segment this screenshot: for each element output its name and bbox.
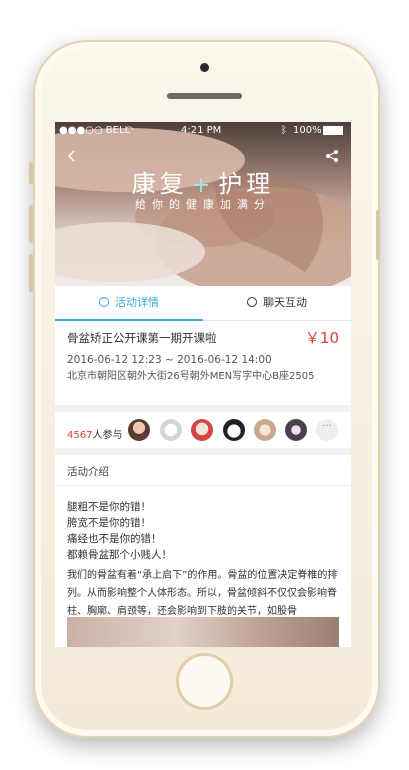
intro-line: 痛经也不是你的错！ xyxy=(67,533,162,545)
list-icon xyxy=(99,297,109,307)
hero-title-plus: + xyxy=(191,173,215,198)
avatar[interactable] xyxy=(191,419,213,441)
participant-number: 4567 xyxy=(67,430,93,441)
tab-chat-label: 聊天互动 xyxy=(263,296,307,309)
participants-card[interactable]: 4567人参与 ··· xyxy=(55,412,351,448)
app-screen: ●●●○○ BELL ◠ 4:21 PM ᛒ 100% 康复 + 护理 给你的健康加… xyxy=(55,122,351,647)
section-heading: 活动介绍 xyxy=(67,466,109,478)
mute-switch xyxy=(29,162,33,184)
event-price: ￥10 xyxy=(304,329,339,347)
intro-line: 腿粗不是你的错！ xyxy=(67,501,151,513)
hero-banner: ●●●○○ BELL ◠ 4:21 PM ᛒ 100% 康复 + 护理 给你的健康加… xyxy=(55,122,351,286)
avatar[interactable] xyxy=(223,419,245,441)
volume-up-button xyxy=(29,205,33,243)
hero-subtitle: 给你的健康加满分 xyxy=(135,198,271,211)
intro-line: 胯宽不是你的错！ xyxy=(67,517,151,529)
intro-photo xyxy=(67,617,339,647)
back-icon[interactable] xyxy=(65,148,79,162)
power-button xyxy=(376,210,380,260)
home-button[interactable] xyxy=(176,653,233,710)
tab-activity-details[interactable]: 活动详情 xyxy=(55,286,203,321)
tab-bar: 活动详情 聊天互动 xyxy=(55,286,351,321)
clock: 4:21 PM xyxy=(181,125,222,136)
hero-title-right: 护理 xyxy=(218,170,275,198)
intro-paragraph: 我们的骨盆有着“承上启下”的作用。骨盆的位置决定脊椎的排列。从而影响整个人体形态… xyxy=(67,570,338,617)
volume-down-button xyxy=(29,254,33,292)
wifi-icon: ◠ xyxy=(125,125,134,136)
participant-suffix: 人参与 xyxy=(92,430,123,441)
status-bar: ●●●○○ BELL ◠ 4:21 PM ᛒ 100% xyxy=(55,122,351,140)
bluetooth-icon: ᛒ xyxy=(281,125,287,136)
event-datetime: 2016-06-12 12:23 ~ 2016-06-12 14:00 xyxy=(67,354,272,366)
battery-icon xyxy=(323,126,343,135)
event-title: 骨盆矫正公开课第一期开课啦 xyxy=(67,331,217,345)
hero-title-left: 康复 xyxy=(131,170,188,198)
event-info-card: 骨盆矫正公开课第一期开课啦 ￥10 2016-06-12 12:23 ~ 201… xyxy=(55,321,351,405)
activity-intro-card: 活动介绍 腿粗不是你的错！ 胯宽不是你的错！ 痛经也不是你的错！ 都赖骨盆那个小… xyxy=(55,455,351,647)
divider xyxy=(55,485,351,486)
participant-count: 4567人参与 xyxy=(67,426,122,441)
tab-chat[interactable]: 聊天互动 xyxy=(203,286,351,320)
avatar[interactable] xyxy=(285,419,307,441)
tab-activity-details-label: 活动详情 xyxy=(115,296,159,309)
event-address[interactable]: 北京市朝阳区朝外大街26号朝外MEN写字中心B座2505 xyxy=(67,370,327,383)
avatar[interactable] xyxy=(128,419,150,441)
carrier-label: ●●●○○ BELL xyxy=(59,125,131,136)
chat-bubble-icon xyxy=(247,297,257,307)
battery-percent: 100% xyxy=(293,125,322,136)
avatar[interactable] xyxy=(160,419,182,441)
hero-title: 康复 + 护理 xyxy=(55,164,351,199)
avatar[interactable] xyxy=(254,419,276,441)
front-camera xyxy=(200,63,209,72)
intro-line: 都赖骨盆那个小贱人！ xyxy=(67,549,172,561)
earpiece-speaker xyxy=(167,93,242,99)
share-icon[interactable] xyxy=(325,148,339,162)
more-participants-button[interactable]: ··· xyxy=(316,419,338,441)
